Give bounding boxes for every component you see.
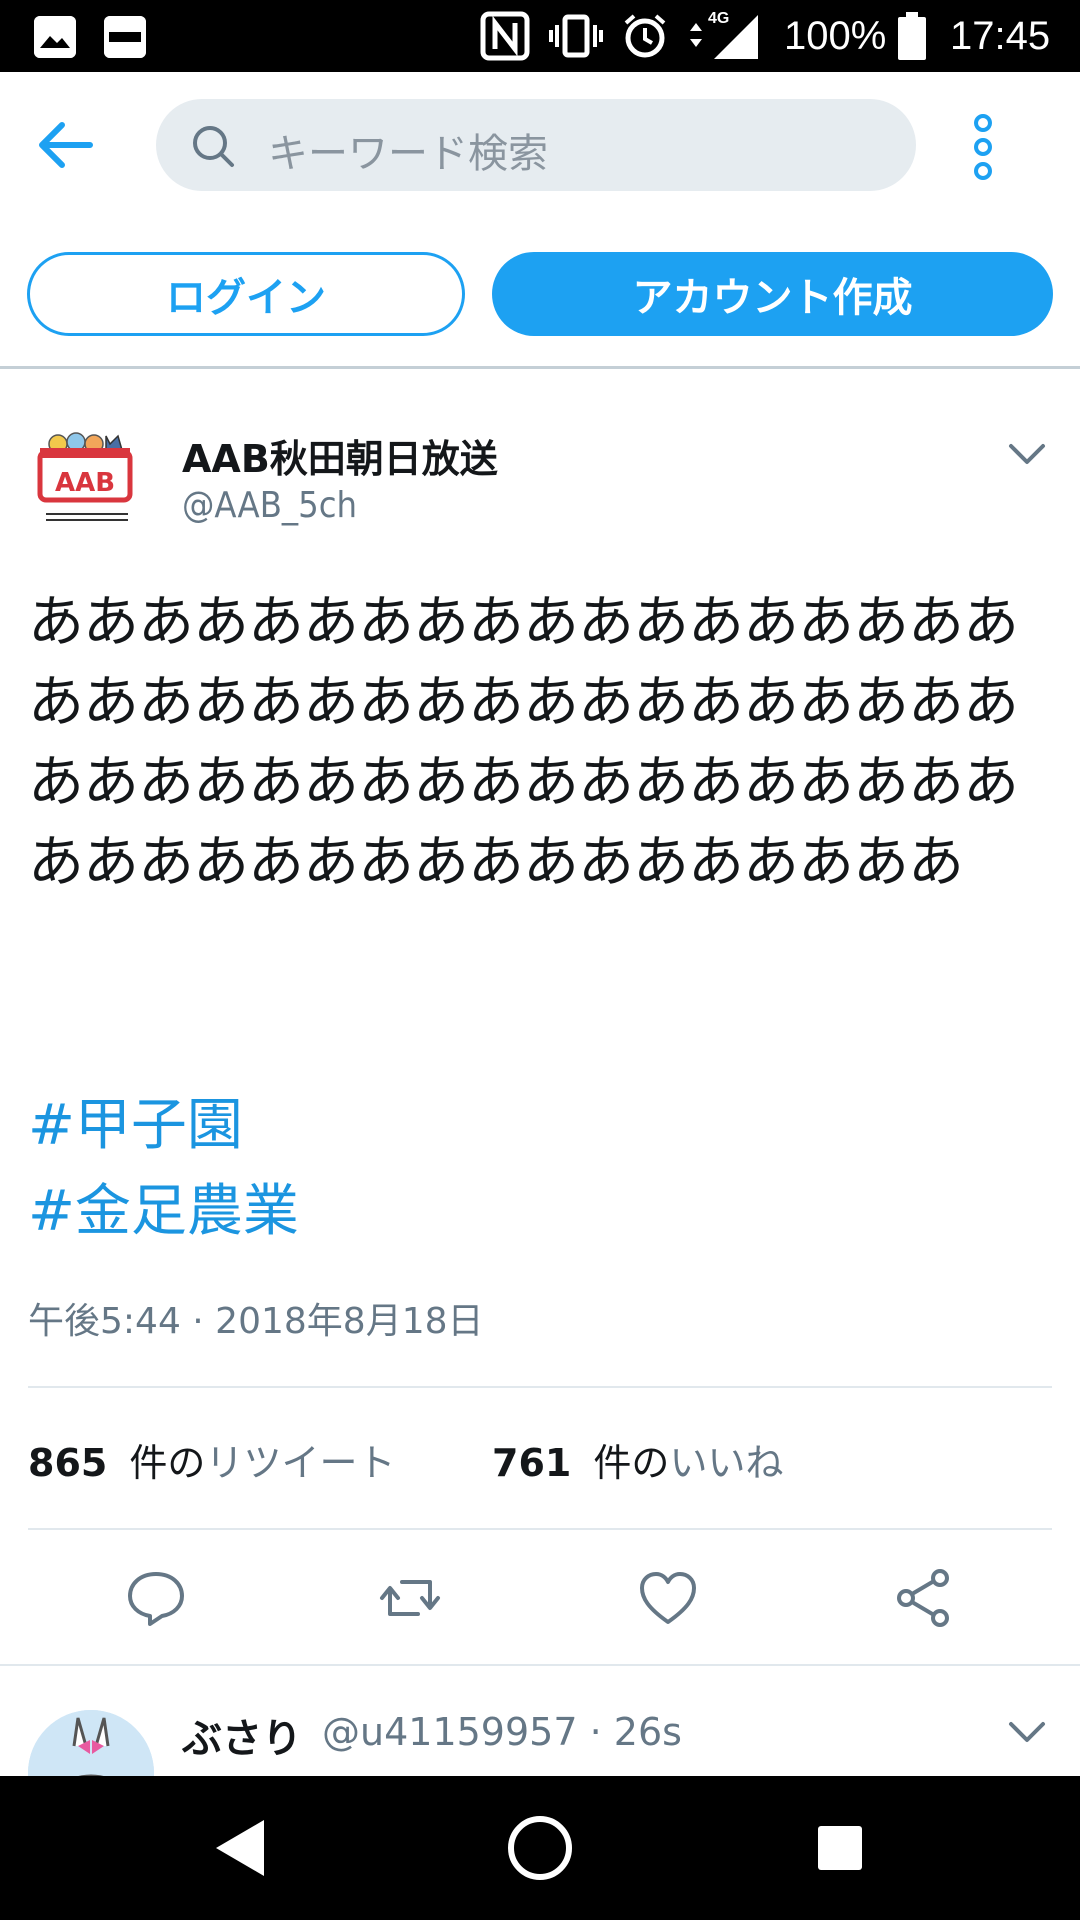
divider <box>28 1528 1052 1530</box>
retweet-label: リツイート <box>205 1441 396 1485</box>
chevron-down-icon[interactable] <box>1007 1712 1047 1752</box>
retweet-icon[interactable] <box>378 1566 442 1630</box>
reply-author-name[interactable]: ぶさり <box>182 1706 302 1764</box>
network-type: 4G <box>708 10 730 27</box>
tweet-text: ああああああああああああああああああああああああああああああああああああああああ… <box>28 590 1019 895</box>
like-label: いいね <box>669 1441 784 1485</box>
search-icon <box>190 123 236 169</box>
avatar[interactable]: AAB <box>36 428 146 538</box>
share-icon[interactable] <box>892 1566 956 1630</box>
status-bar: 4G 100% 17:45 <box>0 0 1080 72</box>
recents-square-icon[interactable] <box>818 1826 862 1870</box>
toolbar: キーワード検索 <box>0 72 1080 220</box>
retweet-count-suffix: 件の <box>129 1441 206 1485</box>
login-button[interactable]: ログイン <box>27 252 465 336</box>
vibrate-icon <box>548 0 604 72</box>
signal-4g-icon: 4G <box>684 0 762 72</box>
tweet-timestamp: 午後5:44 · 2018年8月18日 <box>28 1301 484 1342</box>
author-name[interactable]: AAB秋田朝日放送 <box>182 428 498 483</box>
reply-author-handle[interactable]: @u41159957 <box>322 1710 578 1754</box>
hashtag-link[interactable]: #甲子園 <box>28 1080 243 1161</box>
app-notification-icon <box>104 16 146 58</box>
search-bar[interactable]: キーワード検索 <box>156 99 916 191</box>
nfc-icon <box>480 0 530 72</box>
svg-text:AAB: AAB <box>55 468 115 498</box>
like-heart-icon[interactable] <box>636 1566 700 1630</box>
hashtag-link[interactable]: #金足農業 <box>28 1166 299 1247</box>
divider <box>0 1664 1080 1666</box>
like-stat[interactable]: 761 件のいいね <box>492 1432 783 1487</box>
chevron-down-icon[interactable] <box>1007 434 1047 474</box>
search-input[interactable]: キーワード検索 <box>268 121 548 179</box>
gallery-notification-icon <box>34 16 76 58</box>
battery-icon <box>898 0 926 72</box>
like-count: 761 <box>492 1441 572 1485</box>
divider <box>28 1386 1052 1388</box>
back-triangle-icon[interactable] <box>212 1816 268 1880</box>
reply-meta: @u41159957 · 26s <box>322 1710 682 1754</box>
back-arrow-icon[interactable] <box>34 117 94 173</box>
reply-icon[interactable] <box>124 1566 188 1630</box>
navigation-bar <box>0 1776 1080 1920</box>
like-count-suffix: 件の <box>593 1441 670 1485</box>
home-circle-icon[interactable] <box>506 1814 574 1882</box>
more-vert-icon[interactable] <box>966 114 1000 180</box>
battery-percent: 100% <box>784 13 887 58</box>
create-account-button[interactable]: アカウント作成 <box>492 252 1053 336</box>
reply-time: 26s <box>613 1710 682 1754</box>
author-handle[interactable]: @AAB_5ch <box>182 485 357 526</box>
alarm-icon <box>620 0 670 72</box>
separator-dot: · <box>589 1710 614 1754</box>
retweet-count: 865 <box>28 1441 108 1485</box>
clock: 17:45 <box>950 13 1051 58</box>
retweet-stat[interactable]: 865 件のリツイート <box>28 1432 395 1487</box>
header-divider <box>0 366 1080 369</box>
